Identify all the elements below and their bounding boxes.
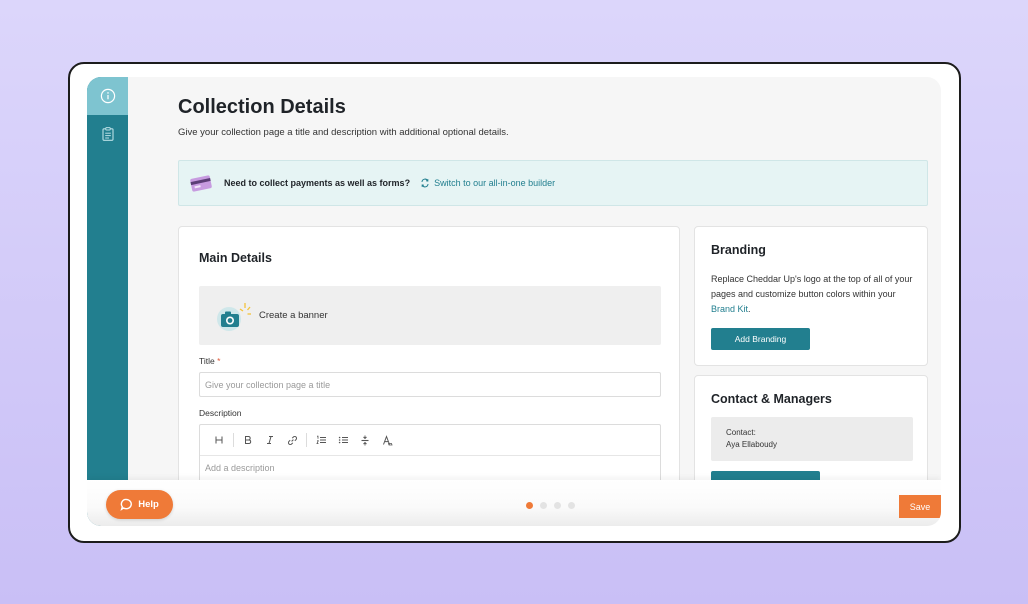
ordered-list-icon bbox=[315, 435, 326, 444]
step-dot-2[interactable] bbox=[540, 502, 547, 509]
clipboard-icon bbox=[101, 127, 114, 141]
main-details-heading: Main Details bbox=[199, 251, 272, 265]
create-banner-label: Create a banner bbox=[259, 310, 328, 321]
save-button[interactable]: Save bbox=[899, 495, 941, 518]
main-content: Collection Details Give your collection … bbox=[128, 77, 941, 526]
toolbar-divider bbox=[233, 433, 234, 447]
divider-button[interactable] bbox=[354, 430, 376, 450]
branding-description: Replace Cheddar Up's logo at the top of … bbox=[711, 272, 921, 317]
notice-text: Need to collect payments as well as form… bbox=[224, 178, 411, 188]
switch-builder-label: Switch to our all-in-one builder bbox=[434, 178, 556, 188]
step-dot-3[interactable] bbox=[554, 502, 561, 509]
italic-icon bbox=[267, 436, 273, 444]
step-indicator bbox=[526, 502, 575, 509]
bullet-list-button[interactable] bbox=[332, 430, 354, 450]
page-title: Collection Details bbox=[178, 96, 346, 118]
horizontal-rule-icon bbox=[361, 435, 369, 445]
switch-builder-link[interactable]: Switch to our all-in-one builder bbox=[420, 178, 555, 188]
contact-heading: Contact & Managers bbox=[711, 392, 832, 406]
brand-kit-link[interactable]: Brand Kit bbox=[711, 304, 748, 314]
heading-icon bbox=[215, 436, 223, 444]
title-label-text: Title bbox=[199, 356, 215, 366]
branding-text: Replace Cheddar Up's logo at the top of … bbox=[711, 274, 913, 299]
add-branding-button[interactable]: Add Branding bbox=[711, 328, 810, 350]
branding-text-end: . bbox=[748, 304, 751, 314]
link-icon bbox=[287, 435, 297, 445]
description-placeholder: Add a description bbox=[205, 463, 275, 473]
help-button[interactable]: Help bbox=[106, 490, 173, 519]
title-input[interactable] bbox=[199, 372, 661, 397]
sidebar-item-details[interactable] bbox=[87, 77, 128, 115]
toolbar-divider bbox=[306, 433, 307, 447]
editor-toolbar bbox=[200, 425, 660, 456]
branding-heading: Branding bbox=[711, 243, 766, 257]
bold-button[interactable] bbox=[237, 430, 259, 450]
chat-bubble-icon bbox=[120, 498, 133, 511]
camera-sparkle-icon bbox=[217, 302, 251, 331]
title-label: Title * bbox=[199, 356, 220, 366]
required-marker: * bbox=[217, 356, 221, 366]
link-button[interactable] bbox=[281, 430, 303, 450]
page-subtitle: Give your collection page a title and de… bbox=[178, 127, 509, 138]
main-details-card: Main Details Create a banner Title * De bbox=[178, 226, 680, 504]
bullet-list-icon bbox=[338, 436, 348, 444]
clear-format-icon bbox=[382, 434, 393, 445]
footer-bar: Save bbox=[87, 480, 941, 526]
contact-name: Aya Ellaboudy bbox=[726, 440, 777, 449]
branding-card: Branding Replace Cheddar Up's logo at th… bbox=[694, 226, 928, 366]
app-window: Collection Details Give your collection … bbox=[87, 77, 941, 526]
ordered-list-button[interactable] bbox=[310, 430, 332, 450]
step-dot-4[interactable] bbox=[568, 502, 575, 509]
contact-info: Contact: Aya Ellaboudy bbox=[711, 417, 913, 461]
step-dot-1[interactable] bbox=[526, 502, 533, 509]
help-label: Help bbox=[138, 499, 159, 510]
sidebar-rail bbox=[87, 77, 128, 526]
switch-arrows-icon bbox=[421, 178, 429, 188]
sidebar-item-forms[interactable] bbox=[87, 115, 128, 153]
heading-button[interactable] bbox=[208, 430, 230, 450]
info-icon bbox=[100, 88, 115, 104]
credit-card-icon bbox=[190, 174, 212, 192]
italic-button[interactable] bbox=[259, 430, 281, 450]
clear-format-button[interactable] bbox=[376, 430, 398, 450]
contact-label: Contact: bbox=[726, 428, 756, 437]
bold-icon bbox=[245, 436, 252, 444]
description-label: Description bbox=[199, 408, 242, 418]
create-banner-button[interactable]: Create a banner bbox=[199, 286, 661, 345]
payments-notice: Need to collect payments as well as form… bbox=[178, 160, 928, 206]
